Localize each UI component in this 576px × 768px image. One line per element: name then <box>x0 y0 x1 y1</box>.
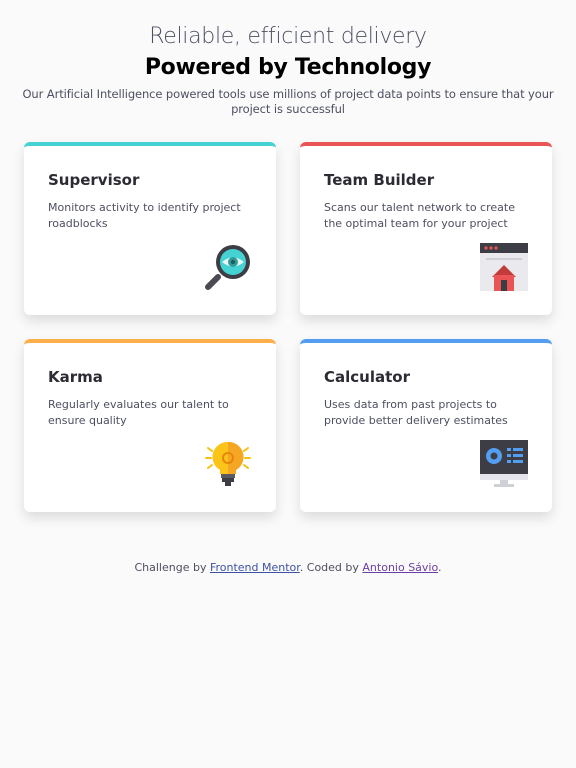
card-text: Regularly evaluates our talent to ensure… <box>48 398 229 427</box>
card-karma: Karma Regularly evaluates our talent to … <box>24 339 276 512</box>
footer-prefix: Challenge by <box>134 561 210 574</box>
lightbulb-icon <box>205 441 251 486</box>
card-text: Scans our talent network to create the o… <box>324 201 515 230</box>
card-text: Uses data from past projects to provide … <box>324 398 508 427</box>
card-calculator: Calculator Uses data from past projects … <box>300 339 552 512</box>
footer-middle: . Coded by <box>299 561 363 574</box>
attribution-footer: Challenge by Frontend Mentor. Coded by A… <box>0 561 576 574</box>
frontend-mentor-link[interactable]: Frontend Mentor <box>210 561 300 574</box>
card-supervisor: Supervisor Monitors activity to identify… <box>24 142 276 315</box>
page-subtitle: Reliable, efficient delivery <box>149 24 427 49</box>
page-title: Powered by Technology <box>144 55 432 80</box>
card-text: Monitors activity to identify project ro… <box>48 201 241 230</box>
card-title: Team Builder <box>324 171 435 189</box>
magnifier-eye-icon <box>205 245 250 290</box>
monitor-chart-icon <box>480 440 528 487</box>
page-header: Reliable, efficient delivery Powered by … <box>0 0 576 117</box>
card-title: Calculator <box>324 368 410 386</box>
intro-text: Our Artificial Intelligence powered tool… <box>22 87 554 116</box>
browser-house-icon <box>480 243 528 291</box>
author-link[interactable]: Antonio Sávio <box>362 561 438 574</box>
footer-suffix: . <box>438 561 442 574</box>
card-title: Karma <box>48 368 103 386</box>
card-title: Supervisor <box>48 171 140 189</box>
card-team-builder: Team Builder Scans our talent network to… <box>300 142 552 315</box>
